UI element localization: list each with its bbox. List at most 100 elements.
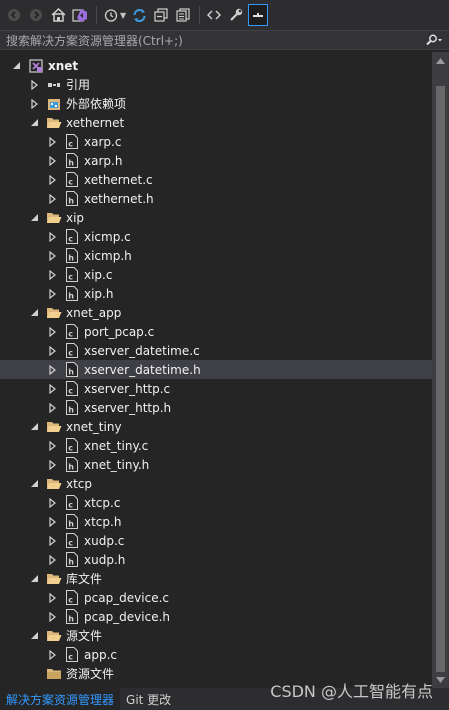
tree-item-file[interactable]: c xudp.c xyxy=(0,531,432,550)
collapsed-arrow-icon[interactable] xyxy=(46,493,58,512)
preview-icon[interactable] xyxy=(248,4,269,26)
tree-item-file[interactable]: c xip.c xyxy=(0,265,432,284)
tree-item-folder[interactable]: 引用 xyxy=(0,75,432,94)
scroll-thumb[interactable] xyxy=(436,86,445,672)
tab-git-changes[interactable]: Git 更改 xyxy=(120,688,177,710)
tree-item-file[interactable]: c xserver_http.c xyxy=(0,379,432,398)
tree-item-file[interactable]: c xicmp.c xyxy=(0,227,432,246)
expanded-arrow-icon[interactable] xyxy=(28,417,40,436)
collapsed-arrow-icon[interactable] xyxy=(46,360,58,379)
expanded-arrow-icon[interactable] xyxy=(28,474,40,493)
expanded-arrow-icon[interactable] xyxy=(28,626,40,645)
tree-item-file[interactable]: c xnet_tiny.c xyxy=(0,436,432,455)
collapse-all-icon[interactable] xyxy=(151,4,171,26)
tree-item-folder[interactable]: xtcp xyxy=(0,474,432,493)
tree-item-file[interactable]: h xudp.h xyxy=(0,550,432,569)
collapsed-arrow-icon[interactable] xyxy=(46,322,58,341)
properties-icon[interactable] xyxy=(226,4,246,26)
collapsed-arrow-icon[interactable] xyxy=(46,341,58,360)
c-file-icon: c xyxy=(64,647,80,663)
collapsed-arrow-icon[interactable] xyxy=(46,246,58,265)
tree-item-file[interactable]: h xserver_datetime.h xyxy=(0,360,432,379)
tree-item-folder[interactable]: xnet_app xyxy=(0,303,432,322)
tree-item-file[interactable]: h xarp.h xyxy=(0,151,432,170)
collapsed-arrow-icon[interactable] xyxy=(46,189,58,208)
svg-text:h: h xyxy=(68,291,74,300)
search-box[interactable]: 搜索解决方案资源管理器(Ctrl+;) xyxy=(0,30,449,50)
home-icon[interactable] xyxy=(48,4,68,26)
tree-item-folder[interactable]: 库文件 xyxy=(0,569,432,588)
collapsed-arrow-icon[interactable] xyxy=(46,265,58,284)
tree-item-folder[interactable]: xethernet xyxy=(0,113,432,132)
collapsed-arrow-icon[interactable] xyxy=(28,94,40,113)
collapsed-arrow-icon[interactable] xyxy=(28,75,40,94)
collapsed-arrow-icon[interactable] xyxy=(46,151,58,170)
svg-text:h: h xyxy=(68,158,74,167)
expanded-arrow-icon[interactable] xyxy=(10,56,22,75)
tree-item-file[interactable]: c app.c xyxy=(0,645,432,664)
collapsed-arrow-icon[interactable] xyxy=(46,227,58,246)
folder-open-icon xyxy=(46,419,62,435)
collapsed-arrow-icon[interactable] xyxy=(46,550,58,569)
expanded-arrow-icon[interactable] xyxy=(28,113,40,132)
tree-item-file[interactable]: h xethernet.h xyxy=(0,189,432,208)
search-input[interactable]: 搜索解决方案资源管理器(Ctrl+;) xyxy=(0,32,419,49)
tab-solution-explorer[interactable]: 解决方案资源管理器 xyxy=(0,688,121,710)
collapsed-arrow-icon[interactable] xyxy=(46,645,58,664)
collapsed-arrow-icon[interactable] xyxy=(46,531,58,550)
tree-item-label: 外部依赖项 xyxy=(66,97,127,111)
forward-icon[interactable] xyxy=(26,4,46,26)
tree-item-file[interactable]: h xtcp.h xyxy=(0,512,432,531)
collapsed-arrow-icon[interactable] xyxy=(46,512,58,531)
vs-icon[interactable] xyxy=(70,4,90,26)
scroll-down-icon[interactable] xyxy=(432,671,449,688)
collapsed-arrow-icon[interactable] xyxy=(46,132,58,151)
collapsed-arrow-icon[interactable] xyxy=(46,398,58,417)
c-file-icon: c xyxy=(64,381,80,397)
tree-item-label: xnet_app xyxy=(66,305,122,320)
expanded-arrow-icon[interactable] xyxy=(28,303,40,322)
tree-item-file[interactable]: h xnet_tiny.h xyxy=(0,455,432,474)
svg-text:c: c xyxy=(68,348,73,357)
search-icon[interactable] xyxy=(419,34,449,46)
copy-icon[interactable] xyxy=(173,4,193,26)
tree-item-folder[interactable]: 源文件 xyxy=(0,626,432,645)
tree-item-file[interactable]: h pcap_device.h xyxy=(0,607,432,626)
tree-item-file[interactable]: c xserver_datetime.c xyxy=(0,341,432,360)
collapsed-arrow-icon[interactable] xyxy=(46,588,58,607)
history-icon[interactable] xyxy=(101,4,121,26)
c-file-icon: c xyxy=(64,267,80,283)
tree-item-file[interactable]: h xserver_http.h xyxy=(0,398,432,417)
tree-item-label: xtcp.h xyxy=(84,514,122,529)
tree-item-project[interactable]: xnet xyxy=(0,56,432,75)
collapsed-arrow-icon[interactable] xyxy=(46,379,58,398)
tree-item-file[interactable]: c xethernet.c xyxy=(0,170,432,189)
back-icon[interactable] xyxy=(4,4,24,26)
tree-item-folder[interactable]: xnet_tiny xyxy=(0,417,432,436)
chevron-down-icon[interactable]: ▼ xyxy=(120,11,126,20)
tree-item-file[interactable]: h xip.h xyxy=(0,284,432,303)
collapsed-arrow-icon[interactable] xyxy=(46,170,58,189)
sync-icon[interactable] xyxy=(129,4,149,26)
tree-item-file[interactable]: c port_pcap.c xyxy=(0,322,432,341)
tree-item-file[interactable]: h xicmp.h xyxy=(0,246,432,265)
svg-text:c: c xyxy=(68,272,73,281)
tree-item-file[interactable]: c pcap_device.c xyxy=(0,588,432,607)
folder-open-icon xyxy=(46,571,62,587)
collapsed-arrow-icon[interactable] xyxy=(46,436,58,455)
tree-item-folder[interactable]: 外部依赖项 xyxy=(0,94,432,113)
tree-item-label: xnet_tiny xyxy=(66,419,122,434)
collapsed-arrow-icon[interactable] xyxy=(46,284,58,303)
tree-item-file[interactable]: c xarp.c xyxy=(0,132,432,151)
code-icon[interactable] xyxy=(204,4,224,26)
collapsed-arrow-icon[interactable] xyxy=(46,607,58,626)
expanded-arrow-icon[interactable] xyxy=(28,569,40,588)
collapsed-arrow-icon[interactable] xyxy=(46,455,58,474)
expanded-arrow-icon[interactable] xyxy=(28,208,40,227)
tree-item-folder[interactable]: xip xyxy=(0,208,432,227)
toolbar-separator xyxy=(199,6,201,24)
vertical-scrollbar[interactable] xyxy=(432,52,449,688)
tree-item-file[interactable]: c xtcp.c xyxy=(0,493,432,512)
scroll-up-icon[interactable] xyxy=(432,52,449,69)
svg-text:h: h xyxy=(68,614,74,623)
